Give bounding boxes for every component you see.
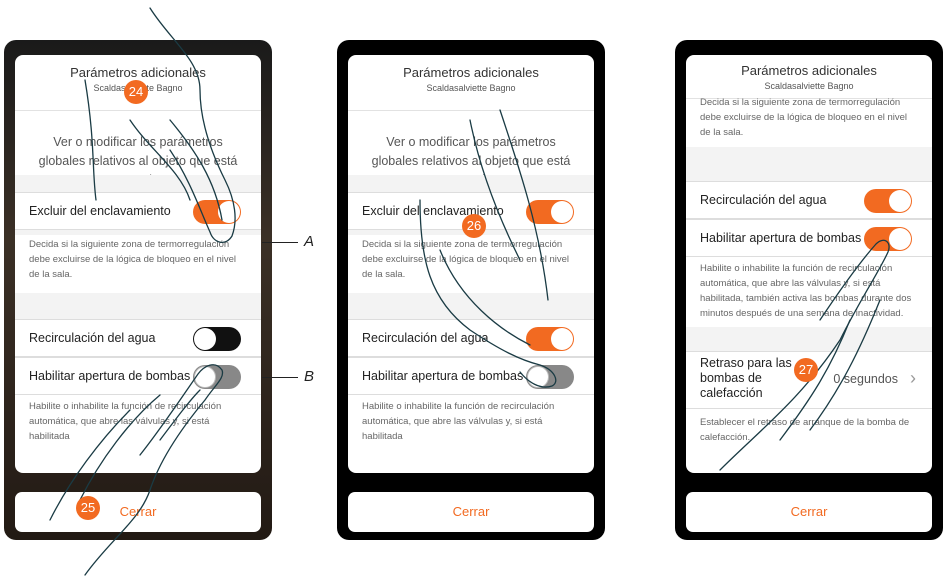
row-description: Establecer el retraso de arranque de la … [700,417,910,443]
toggle-knob [889,228,911,250]
dialog-header: Parámetros adicionales Scaldasalviette B… [686,55,932,99]
dialog-title: Parámetros adicionales [741,63,877,78]
step-badge-24: 24 [124,80,148,104]
toggle-knob [889,190,911,212]
callout-b: B [304,368,315,385]
row-description: Decida si la siguiente zona de termorreg… [362,239,570,280]
parameters-dialog: Parámetros adicionales Scaldasalviette B… [686,55,932,473]
row-description: Decida si la siguiente zona de termorreg… [700,97,908,138]
close-button[interactable]: Cerrar [686,492,932,532]
row-description: Habilite o inhabilite la función de reci… [362,401,555,442]
step-badge-26: 26 [462,214,486,238]
water-recirculation-toggle[interactable] [193,327,241,351]
water-recirculation-row[interactable]: Recirculación del agua [15,319,261,357]
phone-screen-3: Parámetros adicionales Scaldasalviette B… [675,40,943,540]
enable-pumps-toggle[interactable] [193,365,241,389]
water-recirculation-row[interactable]: Recirculación del agua [348,319,594,357]
row-label: Habilitar apertura de bombas [29,369,191,383]
enable-pumps-row[interactable]: Habilitar apertura de bombas [686,219,932,257]
phone-screen-1: Parámetros adicionales Scaldasalviette B… [4,40,272,540]
exclude-interlock-toggle[interactable] [526,200,574,224]
callout-a: A [304,233,315,250]
exclude-interlock-row[interactable]: Excluir del enclavamiento [15,192,261,230]
close-button[interactable]: Cerrar [348,492,594,532]
chevron-right-icon: › [910,368,916,388]
toggle-knob [194,366,216,388]
water-recirculation-row[interactable]: Recirculación del agua [686,181,932,219]
row-label: Retraso para las bombas de calefacción [700,356,792,400]
enable-pumps-toggle[interactable] [526,365,574,389]
toggle-knob [551,201,573,223]
enable-pumps-row[interactable]: Habilitar apertura de bombas [348,357,594,395]
delay-value: 0 segundos [833,372,898,386]
spacer [686,327,932,351]
toggle-knob [194,328,216,350]
callout-line-b [262,377,298,378]
toggle-knob [527,366,549,388]
row-label: Recirculación del agua [700,193,827,207]
close-button[interactable]: Cerrar [15,492,261,532]
dialog-title: Parámetros adicionales [70,65,206,80]
row-label: Habilitar apertura de bombas [700,231,862,245]
dialog-header: Parámetros adicionales Scaldasalviette B… [348,55,594,111]
toggle-knob [551,328,573,350]
dialog-subtitle: Scaldasalviette Bagno [426,83,516,93]
dialog-title: Parámetros adicionales [403,65,539,80]
enable-pumps-toggle[interactable] [864,227,912,251]
parameters-dialog: Parámetros adicionales Scaldasalviette B… [348,55,594,473]
step-badge-27: 27 [794,358,818,382]
exclude-interlock-toggle[interactable] [193,200,241,224]
row-label: Recirculación del agua [362,331,489,345]
dialog-subtitle: Scaldasalviette Bagno [764,81,854,91]
step-badge-25: 25 [76,496,100,520]
row-description: Decida si la siguiente zona de termorreg… [29,239,237,280]
row-label: Habilitar apertura de bombas [362,369,524,383]
row-description: Habilite o inhabilite la función de reci… [700,263,912,319]
phone-screen-2: Parámetros adicionales Scaldasalviette B… [337,40,605,540]
parameters-dialog: Parámetros adicionales Scaldasalviette B… [15,55,261,473]
toggle-knob [218,201,240,223]
row-label: Excluir del enclavamiento [29,204,171,218]
water-recirculation-toggle[interactable] [526,327,574,351]
row-description: Habilite o inhabilite la función de reci… [29,401,222,442]
enable-pumps-row[interactable]: Habilitar apertura de bombas [15,357,261,395]
water-recirculation-toggle[interactable] [864,189,912,213]
callout-line-a [262,242,298,243]
row-label: Excluir del enclavamiento [362,204,504,218]
row-label: Recirculación del agua [29,331,156,345]
